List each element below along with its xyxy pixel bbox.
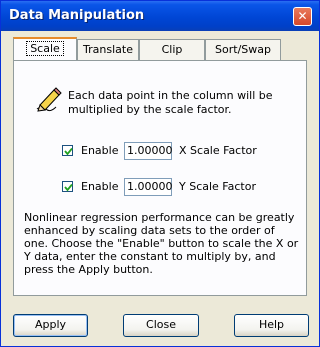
tab-translate[interactable]: Translate xyxy=(77,39,139,60)
tab-scale-label: Scale xyxy=(26,41,64,56)
help-button[interactable]: Help xyxy=(234,314,309,337)
close-window-button[interactable]: ✕ xyxy=(293,7,312,26)
regression-note: Nonlinear regression performance can be … xyxy=(24,211,299,276)
y-enable-label: Enable xyxy=(81,180,119,193)
tab-scale[interactable]: Scale xyxy=(13,37,77,60)
tab-sort-swap-label: Sort/Swap xyxy=(215,43,271,56)
scale-panel: Each data point in the column will be mu… xyxy=(13,60,307,296)
scale-description: Each data point in the column will be mu… xyxy=(68,89,273,116)
apply-button[interactable]: Apply xyxy=(13,314,88,337)
x-scale-factor-label: X Scale Factor xyxy=(179,144,257,157)
x-enable-checkbox[interactable] xyxy=(62,145,73,156)
tab-sort-swap[interactable]: Sort/Swap xyxy=(205,39,281,60)
checkmark-icon xyxy=(64,147,73,156)
window-title: Data Manipulation xyxy=(9,8,145,23)
tab-clip[interactable]: Clip xyxy=(139,39,205,60)
y-scale-factor-label: Y Scale Factor xyxy=(179,180,256,193)
checkmark-icon xyxy=(64,183,73,192)
close-button[interactable]: Close xyxy=(123,314,199,337)
x-enable-label: Enable xyxy=(81,144,119,157)
pencil-icon xyxy=(36,87,62,112)
tab-translate-label: Translate xyxy=(83,43,133,56)
y-enable-checkbox[interactable] xyxy=(62,181,73,192)
title-bar[interactable]: Data Manipulation ✕ xyxy=(1,1,319,31)
data-manipulation-window: Data Manipulation ✕ Scale Translate Clip… xyxy=(0,0,320,347)
tab-clip-label: Clip xyxy=(161,43,183,56)
close-icon: ✕ xyxy=(297,9,308,23)
x-scale-factor-input[interactable]: 1.00000 xyxy=(124,142,173,160)
y-scale-factor-input[interactable]: 1.00000 xyxy=(124,178,173,196)
